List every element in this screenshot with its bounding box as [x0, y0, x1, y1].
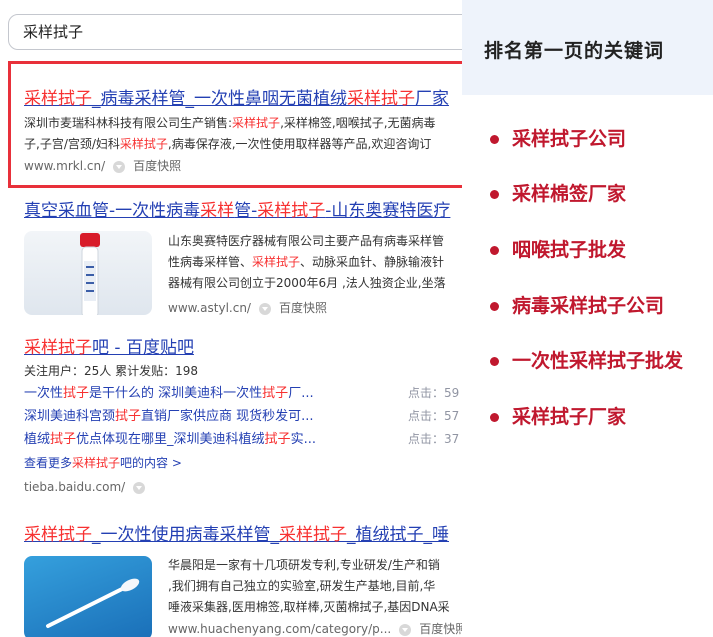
chevron-down-icon[interactable]: [113, 160, 126, 173]
result-2-url[interactable]: www.astyl.cn/百度快照: [168, 298, 446, 318]
result-1-url[interactable]: www.mrkl.cn/百度快照: [24, 156, 449, 176]
tieba-meta: 关注用户：25人 累计发贴：198: [24, 364, 198, 378]
keywords-header: 排名第一页的关键词: [462, 0, 713, 95]
tieba-thread-count: 点击：59: [408, 386, 460, 400]
bullet-icon: [490, 246, 499, 255]
sample-tube-icon: [80, 233, 100, 315]
result-4-body: 华晨阳是一家有十几项研发专利,专业研发/生产和销 ,我们拥有自己独立的实验室,研…: [168, 555, 462, 637]
snapshot-link[interactable]: 百度快照: [133, 159, 181, 173]
chevron-down-icon[interactable]: [133, 481, 146, 494]
bullet-icon: [490, 135, 499, 144]
result-4-snippet-2: ,我们拥有自己独立的实验室,研发生产基地,目前,华: [168, 579, 436, 593]
search-results-panel: 采样拭子_病毒采样管_一次性鼻咽无菌植绒采样拭子厂家 深圳市麦瑞科林科技有限公司…: [0, 0, 462, 637]
search-input[interactable]: [23, 22, 462, 40]
result-3: 采样拭子吧 - 百度贴吧 关注用户：25人 累计发贴：198 一次性拭子是干什么…: [24, 337, 459, 497]
tieba-thread-2[interactable]: 深圳美迪科宫颈拭子直销厂家供应商 现货秒发可... 点击：57: [24, 405, 459, 428]
result-2-snippet-2: 性病毒采样管、采样拭子、动脉采血针、静脉输液针: [168, 255, 445, 269]
bullet-icon: [490, 190, 499, 199]
result-1-snippet: 深圳市麦瑞科林科技有限公司生产销售:采样拭子,采样棉签,咽喉拭子,无菌病毒: [24, 116, 436, 130]
search-bar[interactable]: [8, 14, 462, 50]
bullet-icon: [490, 357, 499, 366]
snapshot-link[interactable]: 百度快照: [419, 622, 462, 636]
result-1: 采样拭子_病毒采样管_一次性鼻咽无菌植绒采样拭子厂家 深圳市麦瑞科林科技有限公司…: [24, 88, 449, 176]
result-4-snippet-3: 唾液采集器,医用棉签,取样棒,灭菌棉拭子,基因DNA采: [168, 600, 450, 614]
tieba-thread-3[interactable]: 植绒拭子优点体现在哪里_深圳美迪科植绒拭子实... 点击：37: [24, 428, 459, 451]
result-1-title[interactable]: 采样拭子_病毒采样管_一次性鼻咽无菌植绒采样拭子厂家: [24, 88, 449, 110]
chevron-down-icon[interactable]: [399, 623, 412, 636]
result-2-snippet: 山东奥赛特医疗器械有限公司主要产品有病毒采样管: [168, 234, 445, 248]
keywords-panel: 排名第一页的关键词 采样拭子公司 采样棉签厂家 咽喉拭子批发 病毒采样拭子公司 …: [462, 0, 713, 637]
result-1-snippet-2: 子,子宫/宫颈/妇科采样拭子,病毒保存液,一次性使用取样器等产品,欢迎咨询订: [24, 137, 432, 151]
snapshot-link[interactable]: 百度快照: [279, 301, 327, 315]
result-2-title[interactable]: 真空采血管-一次性病毒采样管-采样拭子-山东奥赛特医疗: [24, 200, 450, 222]
bullet-icon: [490, 302, 499, 311]
tieba-thread-1[interactable]: 一次性拭子是干什么的 深圳美迪科一次性拭子厂... 点击：59: [24, 382, 459, 405]
bullet-icon: [490, 413, 499, 422]
tieba-thread-count: 点击：37: [408, 432, 460, 446]
result-3-url[interactable]: tieba.baidu.com/: [24, 477, 316, 497]
result-2-snippet-3: 器械有限公司创立于2000年6月 ,法人独资企业,坐落: [168, 276, 446, 290]
result-2-thumbnail[interactable]: [24, 231, 152, 315]
result-4-title[interactable]: 采样拭子_一次性使用病毒采样管_采样拭子_植绒拭子_唾: [24, 524, 449, 546]
tieba-thread-count: 点击：57: [408, 409, 460, 423]
keywords-heading: 排名第一页的关键词: [484, 40, 665, 62]
tieba-more-link[interactable]: 查看更多采样拭子吧的内容 >: [24, 453, 316, 474]
result-4-url[interactable]: www.huachenyang.com/category/p... 百度快照: [168, 619, 462, 637]
chevron-down-icon[interactable]: [258, 302, 271, 315]
result-4-thumbnail[interactable]: [24, 556, 152, 637]
result-4-snippet: 华晨阳是一家有十几项研发专利,专业研发/生产和销: [168, 558, 440, 572]
result-3-title[interactable]: 采样拭子吧 - 百度贴吧: [24, 337, 316, 359]
result-2-body: 山东奥赛特医疗器械有限公司主要产品有病毒采样管 性病毒采样管、采样拭子、动脉采血…: [168, 231, 446, 318]
result-4: 采样拭子_一次性使用病毒采样管_采样拭子_植绒拭子_唾: [24, 524, 449, 546]
result-2: 真空采血管-一次性病毒采样管-采样拭子-山东奥赛特医疗: [24, 200, 450, 222]
swab-icon: [46, 578, 140, 628]
